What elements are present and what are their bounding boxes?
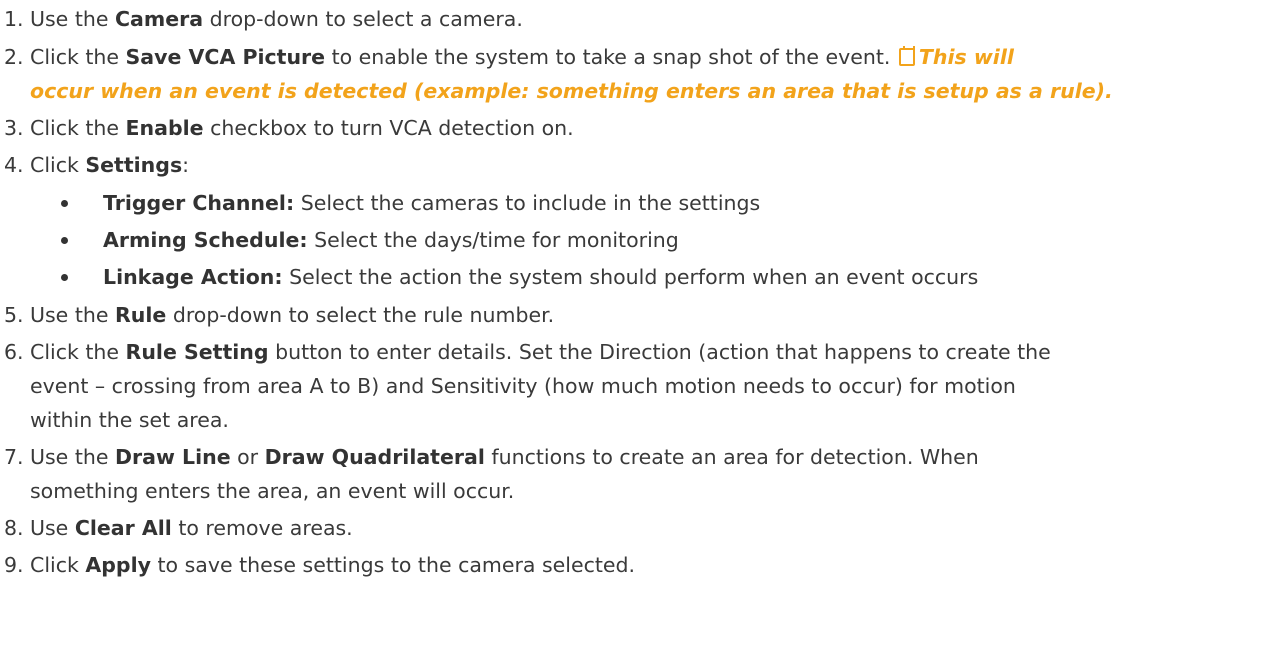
enable-term: Enable [125, 116, 204, 140]
note-icon [898, 46, 915, 66]
step-text: Use the Draw Line or Draw Quadrilateral … [30, 440, 979, 474]
step-text-post: to save these settings to the camera sel… [150, 553, 636, 577]
step-text: Use the Camera drop-down to select a cam… [30, 2, 523, 36]
step-text-pre: Click [30, 153, 86, 177]
rule-setting-term: Rule Setting [125, 340, 269, 364]
save-vca-picture-term: Save VCA Picture [125, 45, 326, 69]
step-text-post: checkbox to turn VCA detection on. [203, 116, 574, 140]
step-number: 6. [4, 340, 24, 364]
step-text-pre: Click the [30, 45, 126, 69]
step-text-pre: Use the [30, 7, 115, 31]
note-text-line2: occur when an event is detected (example… [30, 79, 1113, 103]
step-text: Use Clear All to remove areas. [30, 511, 353, 545]
step-number: 2. [4, 45, 24, 69]
bullet-description: Select the days/time for monitoring [307, 228, 679, 252]
bullet-text: Trigger Channel: Select the cameras to i… [103, 186, 760, 220]
step-text: Use the Rule drop-down to select the rul… [30, 298, 554, 332]
step-text-pre: Click the [30, 116, 126, 140]
step-text-post: : [182, 153, 190, 177]
settings-term: Settings [85, 153, 183, 177]
bullet-text: Linkage Action: Select the action the sy… [103, 260, 978, 294]
bullet-text: Arming Schedule: Select the days/time fo… [103, 223, 679, 257]
step-text-post: to enable the system to take a snap shot… [325, 45, 897, 69]
step-text-mid: or [230, 445, 265, 469]
step-text: Click the Rule Setting button to enter d… [30, 335, 1051, 369]
step-number: 8. [4, 516, 24, 540]
step-text: within the set area. [30, 408, 229, 432]
step-number: 7. [4, 445, 24, 469]
step-number: 9. [4, 553, 24, 577]
bullet-label: Arming Schedule: [103, 228, 308, 252]
step-text-pre: Use [30, 516, 75, 540]
draw-quadrilateral-term: Draw Quadrilateral [264, 445, 485, 469]
step-text: Click the Save VCA Picture to enable the… [30, 40, 1014, 74]
step-text-post: drop-down to select a camera. [203, 7, 523, 31]
step-number: 3. [4, 116, 24, 140]
step-text-pre: Click [30, 553, 86, 577]
bullet-dot [61, 237, 68, 244]
bullet-description: Select the cameras to include in the set… [294, 191, 761, 215]
bullet-label: Trigger Channel: [103, 191, 295, 215]
draw-line-term: Draw Line [114, 445, 231, 469]
camera-term: Camera [114, 7, 204, 31]
step-text-post: button to enter details. Set the Directi… [268, 340, 1051, 364]
step-number: 4. [4, 153, 24, 177]
step-number: 1. [4, 7, 24, 31]
step-text-post: functions to create an area for detectio… [484, 445, 979, 469]
rule-term: Rule [114, 303, 167, 327]
bullet-dot [61, 200, 68, 207]
step-text-pre: Use the [30, 303, 115, 327]
bullet-description: Select the action the system should perf… [282, 265, 979, 289]
step-text-pre: Use the [30, 445, 115, 469]
clear-all-term: Clear All [74, 516, 172, 540]
step-text: Click the Enable checkbox to turn VCA de… [30, 111, 574, 145]
instruction-document: 1. Use the Camera drop-down to select a … [0, 0, 1278, 661]
step-text-pre: Click the [30, 340, 126, 364]
step-text: event – crossing from area A to B) and S… [30, 374, 1016, 398]
step-text-post: drop-down to select the rule number. [166, 303, 555, 327]
step-text: Click Settings: [30, 148, 189, 182]
apply-term: Apply [85, 553, 151, 577]
step-text: something enters the area, an event will… [30, 479, 515, 503]
note-text-line1: This will [918, 45, 1014, 69]
bullet-dot [61, 274, 68, 281]
step-text: Click Apply to save these settings to th… [30, 548, 635, 582]
step-text-post: to remove areas. [171, 516, 353, 540]
step-number: 5. [4, 303, 24, 327]
bullet-label: Linkage Action: [103, 265, 283, 289]
